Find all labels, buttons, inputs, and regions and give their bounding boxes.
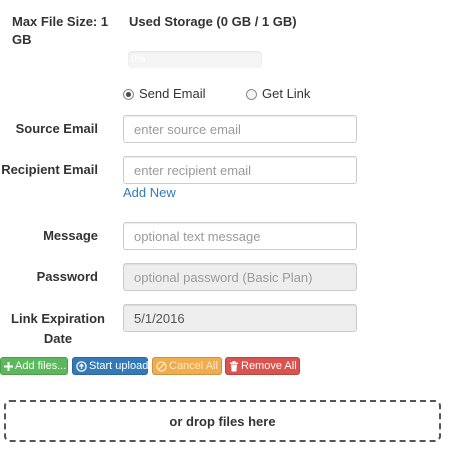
source-email-label: Source Email (15, 121, 98, 136)
ban-icon (156, 360, 167, 372)
used-storage-text: Used Storage (0 GB / 1 GB) (129, 14, 297, 29)
remove-all-button[interactable]: Remove All (225, 357, 300, 375)
recipient-email-input[interactable] (123, 156, 357, 184)
drop-zone-text: or drop files here (169, 413, 276, 429)
add-files-button[interactable]: Add files... (0, 357, 68, 375)
link-expiration-input[interactable] (123, 304, 357, 332)
password-input[interactable] (123, 263, 357, 291)
send-email-radio[interactable] (123, 88, 134, 100)
get-link-radio[interactable] (246, 88, 257, 100)
send-email-option[interactable]: Send Email (123, 86, 205, 102)
password-label: Password (36, 269, 98, 284)
cancel-all-button[interactable]: Cancel All (152, 357, 222, 375)
send-email-label: Send Email (139, 86, 206, 101)
file-drop-zone[interactable]: or drop files here (4, 400, 441, 442)
recipient-email-label: Recipient Email (1, 162, 98, 177)
remove-all-label: Remove All (241, 360, 297, 372)
add-new-link[interactable]: Add New (123, 185, 176, 200)
get-link-option[interactable]: Get Link (246, 86, 310, 102)
max-file-size-text: Max File Size: 1 GB (12, 14, 109, 47)
start-upload-label: Start upload (89, 360, 149, 372)
get-link-label: Get Link (262, 86, 311, 101)
message-label: Message (43, 228, 98, 243)
message-input[interactable] (123, 222, 357, 250)
source-email-input[interactable] (123, 115, 357, 143)
plus-icon (4, 361, 13, 372)
cancel-all-label: Cancel All (169, 360, 218, 372)
storage-progress-text: 0% (131, 54, 146, 65)
upload-icon (76, 360, 87, 372)
storage-progress-bar: 0% (128, 51, 262, 68)
trash-icon (229, 360, 239, 372)
start-upload-button[interactable]: Start upload (72, 357, 148, 375)
add-files-label: Add files... (15, 360, 67, 372)
link-expiration-label: Link Expiration Date (11, 311, 105, 346)
